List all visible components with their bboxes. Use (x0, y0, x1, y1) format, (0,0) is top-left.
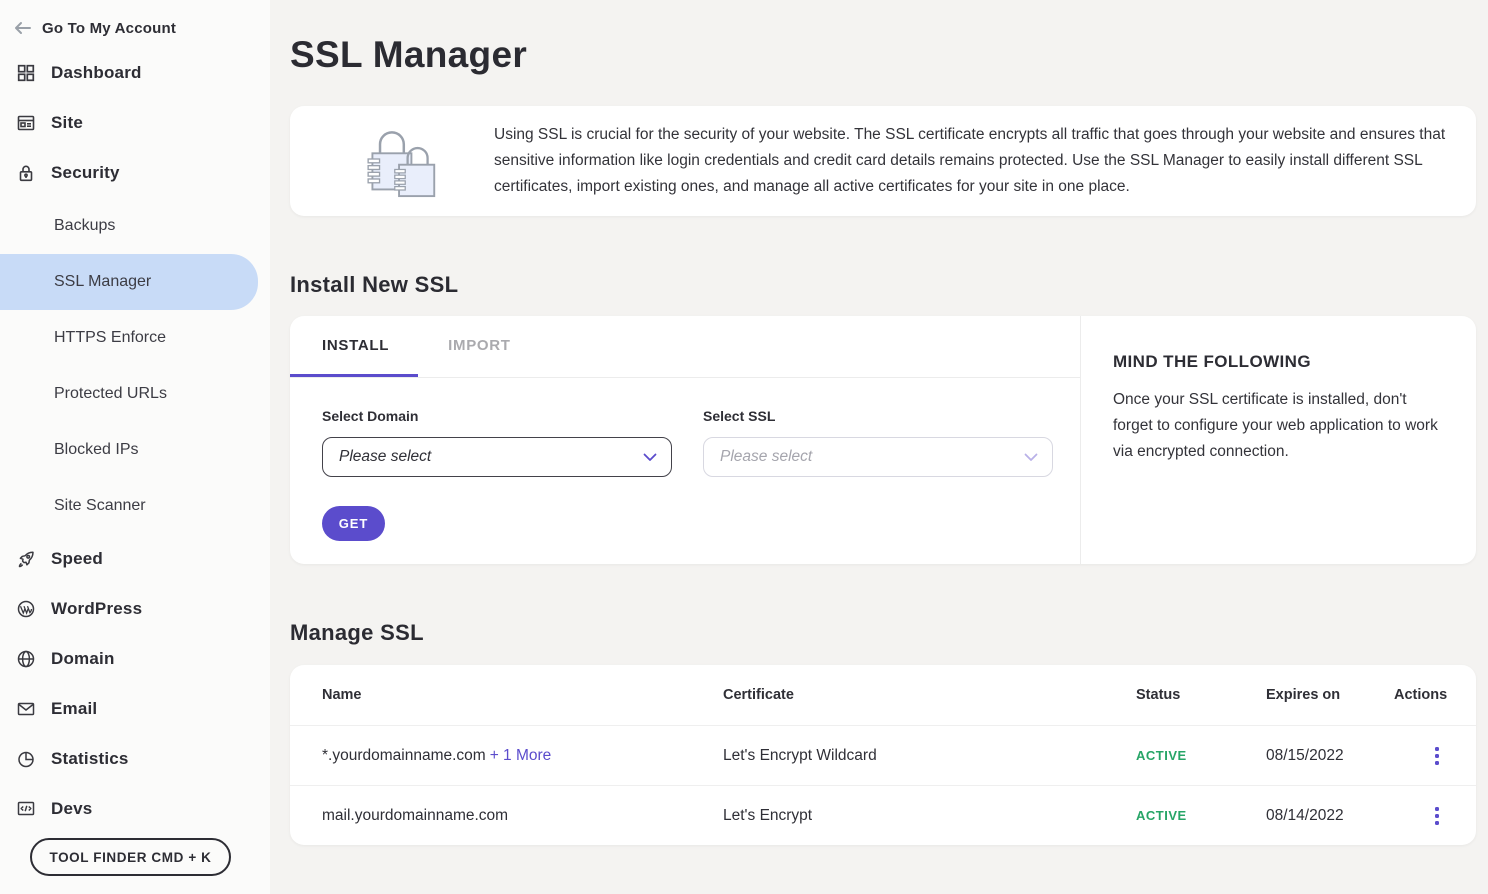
ssl-intro-text: Using SSL is crucial for the security of… (494, 122, 1456, 200)
sidebar-subitem-site-scanner[interactable]: Site Scanner (0, 478, 270, 534)
cert-type-cell: Let's Encrypt (723, 807, 1136, 825)
install-form: Select Domain Please select Select SSL P… (290, 378, 1080, 541)
select-domain-label: Select Domain (322, 408, 672, 424)
sidebar-item-label: Dashboard (51, 63, 142, 83)
main-content: SSL Manager Using S (270, 0, 1488, 894)
sidebar-item-dashboard[interactable]: Dashboard (0, 48, 270, 98)
cert-domain: mail.yourdomainname.com (322, 807, 508, 824)
code-icon (16, 799, 36, 819)
column-header-status: Status (1136, 687, 1266, 703)
lock-icon (16, 163, 36, 183)
cert-domain: *.yourdomainname.com (322, 747, 486, 764)
sidebar-item-label: Speed (51, 549, 103, 569)
sidebar-subitem-https-enforce[interactable]: HTTPS Enforce (0, 310, 270, 366)
select-ssl-label: Select SSL (703, 408, 1053, 424)
tool-finder-button[interactable]: TOOL FINDER CMD + K (30, 838, 231, 876)
envelope-icon (16, 699, 36, 719)
back-arrow-icon (14, 21, 32, 35)
sidebar-item-label: Email (51, 699, 97, 719)
chevron-down-icon (643, 453, 657, 462)
mind-the-following-text: Once your SSL certificate is installed, … (1113, 387, 1438, 465)
sidebar-subitem-backups[interactable]: Backups (0, 198, 270, 254)
sidebar-item-label: Security (51, 163, 120, 183)
status-badge: ACTIVE (1136, 748, 1187, 763)
sidebar-item-speed[interactable]: Speed (0, 534, 270, 584)
install-tabs: INSTALL IMPORT (290, 316, 1080, 378)
column-header-name: Name (322, 687, 723, 703)
cert-type-cell: Let's Encrypt Wildcard (723, 747, 1136, 765)
app-window: Go To My Account Dashboard Site Security… (0, 0, 1488, 894)
more-domains-link[interactable]: + 1 More (490, 747, 552, 764)
sidebar-subitem-label: Backups (54, 217, 115, 235)
back-to-account-link[interactable]: Go To My Account (0, 0, 270, 48)
back-to-account-label: Go To My Account (42, 20, 176, 37)
sidebar: Go To My Account Dashboard Site Security… (0, 0, 270, 894)
status-badge: ACTIVE (1136, 808, 1187, 823)
table-row: *.yourdomainname.com+ 1 More Let's Encry… (290, 725, 1476, 785)
cert-name-cell: *.yourdomainname.com+ 1 More (322, 747, 723, 765)
select-domain-dropdown[interactable]: Please select (322, 437, 672, 477)
sidebar-subitem-protected-urls[interactable]: Protected URLs (0, 366, 270, 422)
select-domain-value: Please select (339, 448, 431, 466)
sidebar-subitem-label: SSL Manager (54, 273, 151, 291)
expires-cell: 08/15/2022 (1266, 747, 1394, 765)
sidebar-nav: Dashboard Site Security Backups SSL Mana… (0, 48, 270, 834)
sidebar-item-label: Devs (51, 799, 92, 819)
install-card: INSTALL IMPORT Select Domain Please sele… (290, 316, 1476, 564)
site-icon (16, 113, 36, 133)
select-ssl-field: Select SSL Please select (703, 408, 1053, 477)
sidebar-item-label: Site (51, 113, 83, 133)
select-ssl-dropdown[interactable]: Please select (703, 437, 1053, 477)
row-actions-menu-button[interactable] (1429, 801, 1445, 831)
wordpress-icon (16, 599, 36, 619)
select-ssl-value: Please select (720, 448, 812, 466)
globe-icon (16, 649, 36, 669)
column-header-expires: Expires on (1266, 687, 1394, 703)
tab-install[interactable]: INSTALL (290, 316, 418, 377)
sidebar-item-wordpress[interactable]: WordPress (0, 584, 270, 634)
chevron-down-icon (1024, 453, 1038, 462)
padlocks-illustration (354, 120, 446, 203)
sidebar-subitem-blocked-ips[interactable]: Blocked IPs (0, 422, 270, 478)
get-button[interactable]: GET (322, 506, 385, 541)
install-section-heading: Install New SSL (290, 272, 1476, 298)
manage-section-heading: Manage SSL (290, 620, 1476, 646)
sidebar-item-email[interactable]: Email (0, 684, 270, 734)
sidebar-item-domain[interactable]: Domain (0, 634, 270, 684)
table-header-row: Name Certificate Status Expires on Actio… (290, 665, 1476, 725)
sidebar-item-label: WordPress (51, 599, 142, 619)
sidebar-subitem-ssl-manager[interactable]: SSL Manager (0, 254, 258, 310)
sidebar-item-security[interactable]: Security (0, 148, 270, 198)
sidebar-subitem-label: HTTPS Enforce (54, 329, 166, 347)
sidebar-subitem-label: Protected URLs (54, 385, 167, 403)
install-form-panel: INSTALL IMPORT Select Domain Please sele… (290, 316, 1080, 564)
ssl-intro-card: Using SSL is crucial for the security of… (290, 106, 1476, 216)
expires-cell: 08/14/2022 (1266, 807, 1394, 825)
select-domain-field: Select Domain Please select (322, 408, 672, 477)
sidebar-subitem-label: Blocked IPs (54, 441, 138, 459)
mind-the-following-heading: MIND THE FOLLOWING (1113, 352, 1438, 372)
page-title: SSL Manager (290, 34, 1476, 76)
column-header-actions: Actions (1394, 687, 1447, 703)
mind-the-following-panel: MIND THE FOLLOWING Once your SSL certifi… (1080, 316, 1476, 564)
dashboard-icon (16, 63, 36, 83)
column-header-certificate: Certificate (723, 687, 1136, 703)
sidebar-item-statistics[interactable]: Statistics (0, 734, 270, 784)
cert-name-cell: mail.yourdomainname.com (322, 807, 723, 825)
tab-import[interactable]: IMPORT (418, 316, 535, 377)
pie-chart-icon (16, 749, 36, 769)
table-row: mail.yourdomainname.com Let's Encrypt AC… (290, 785, 1476, 845)
sidebar-subitem-label: Site Scanner (54, 497, 146, 515)
ssl-table: Name Certificate Status Expires on Actio… (290, 665, 1476, 845)
row-actions-menu-button[interactable] (1429, 741, 1445, 771)
sidebar-item-label: Statistics (51, 749, 129, 769)
sidebar-item-devs[interactable]: Devs (0, 784, 270, 834)
sidebar-item-site[interactable]: Site (0, 98, 270, 148)
rocket-icon (16, 549, 36, 569)
sidebar-item-label: Domain (51, 649, 115, 669)
